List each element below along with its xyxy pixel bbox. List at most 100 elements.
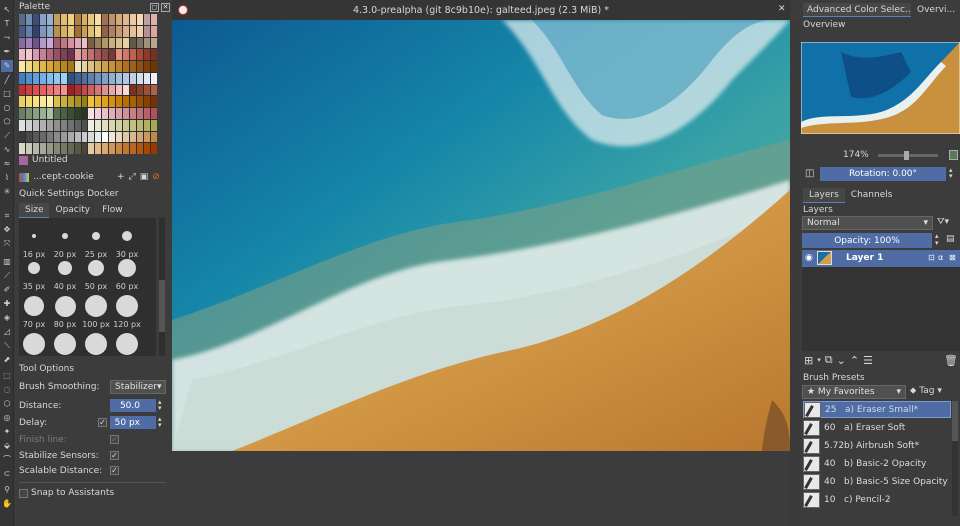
palette-swatch[interactable] xyxy=(95,143,102,154)
palette-swatch[interactable] xyxy=(74,49,81,60)
assistant-tool-icon[interactable]: ◿ xyxy=(1,326,13,338)
palette-swatch[interactable] xyxy=(46,25,53,37)
palette-swatch[interactable] xyxy=(88,108,95,119)
brush-size-option[interactable]: 35 px xyxy=(19,256,51,291)
palette-swatch[interactable] xyxy=(109,61,116,72)
palette-swatch[interactable] xyxy=(151,61,157,72)
palette-swatch[interactable] xyxy=(151,96,157,107)
delay-spinbox[interactable]: 50 px xyxy=(110,416,156,429)
palette-swatch[interactable] xyxy=(19,143,25,154)
palette-swatch[interactable] xyxy=(32,96,39,107)
palette-swatch[interactable] xyxy=(25,143,32,154)
palette-swatch[interactable] xyxy=(67,96,74,107)
palette-swatch[interactable] xyxy=(46,119,53,131)
palette-swatch[interactable] xyxy=(144,119,151,131)
move-tool-icon[interactable]: ✥ xyxy=(1,224,13,236)
palette-swatch[interactable] xyxy=(102,96,109,107)
palette-swatch[interactable] xyxy=(39,119,46,131)
palette-swatch[interactable] xyxy=(109,14,116,25)
palette-swatch[interactable] xyxy=(32,131,39,143)
brush-smoothing-select[interactable]: Stabilizer ▾ xyxy=(110,380,166,394)
palette-swatch[interactable] xyxy=(81,49,88,60)
palette-swatch[interactable] xyxy=(123,25,130,37)
add-layer-icon[interactable]: ⊞ xyxy=(804,354,813,367)
palette-swatch[interactable] xyxy=(67,108,74,119)
palette-swatch[interactable] xyxy=(137,37,144,49)
brush-preset-item[interactable]: 5.72 b) Airbrush Soft* xyxy=(803,437,951,454)
palette-swatch[interactable] xyxy=(95,37,102,49)
palette-swatch[interactable] xyxy=(123,37,130,49)
tab-advanced-color-selector[interactable]: Advanced Color Selec... xyxy=(803,3,911,17)
palette-swatch[interactable] xyxy=(25,119,32,131)
palette-swatch[interactable] xyxy=(81,131,88,143)
palette-swatch[interactable] xyxy=(130,14,137,25)
palette-swatch[interactable] xyxy=(60,143,67,154)
outline-select-tool-icon[interactable]: ◎ xyxy=(1,412,13,424)
palette-swatch[interactable] xyxy=(67,143,74,154)
brush-preset-item[interactable]: 25 a) Eraser Small* xyxy=(803,401,951,418)
palette-swatch[interactable] xyxy=(151,72,157,84)
palette-swatch[interactable] xyxy=(19,49,25,60)
palette-swatch[interactable] xyxy=(123,61,130,72)
palette-swatch[interactable] xyxy=(19,14,25,25)
polygon-select-tool-icon[interactable]: ⬡ xyxy=(1,398,13,410)
save-palette-icon[interactable]: ▣ xyxy=(140,172,149,182)
palette-swatch[interactable] xyxy=(32,72,39,84)
palette-swatch[interactable] xyxy=(39,37,46,49)
brush-size-option[interactable]: 160 px xyxy=(19,332,51,356)
tag-button[interactable]: ⬥ Tag ▾ xyxy=(910,386,942,396)
palette-swatch[interactable] xyxy=(130,84,137,96)
brush-size-option[interactable]: 30 px xyxy=(110,224,144,259)
palette-swatch[interactable] xyxy=(130,108,137,119)
palette-swatch[interactable] xyxy=(39,143,46,154)
palette-swatch[interactable] xyxy=(123,143,130,154)
palette-swatch[interactable] xyxy=(102,143,109,154)
close-docker-icon[interactable]: ✕ xyxy=(161,3,170,12)
palette-swatch[interactable] xyxy=(46,61,53,72)
palette-swatch[interactable] xyxy=(19,84,25,96)
brush-size-option[interactable]: 70 px xyxy=(19,294,51,329)
palette-swatch[interactable] xyxy=(88,131,95,143)
palette-swatch[interactable] xyxy=(144,143,151,154)
scalable-distance-checkbox[interactable]: ✓ xyxy=(110,466,119,475)
edit-palette-icon[interactable]: ⤢ xyxy=(129,172,136,182)
distance-spin-arrows-icon[interactable]: ▴ ▾ xyxy=(158,399,162,412)
palette-swatch[interactable] xyxy=(81,84,88,96)
palette-swatch[interactable] xyxy=(151,108,157,119)
palette-swatch[interactable] xyxy=(32,37,39,49)
palette-swatch[interactable] xyxy=(81,108,88,119)
palette-swatch[interactable] xyxy=(116,96,123,107)
tab-opacity[interactable]: Opacity xyxy=(49,203,96,218)
palette-swatch[interactable] xyxy=(109,131,116,143)
palette-swatch[interactable] xyxy=(53,25,60,37)
brush-preset-item[interactable]: 10 c) Pencil-2 xyxy=(803,491,951,508)
blend-mode-select[interactable]: Normal ▾ xyxy=(802,216,933,230)
brush-preset-item[interactable]: 40 b) Basic-2 Opacity xyxy=(803,455,951,472)
palette-swatch[interactable] xyxy=(39,72,46,84)
palette-swatch[interactable] xyxy=(74,108,81,119)
layer-opacity-slider[interactable]: Opacity: 100% xyxy=(802,233,932,248)
palette-swatch[interactable] xyxy=(81,72,88,84)
polyline-tool-icon[interactable]: ⟋ xyxy=(1,130,13,142)
palette-swatch[interactable] xyxy=(19,25,25,37)
brush-size-option[interactable]: 16 px xyxy=(19,224,51,259)
palette-swatch[interactable] xyxy=(46,84,53,96)
palette-swatch[interactable] xyxy=(46,143,53,154)
palette-swatch[interactable] xyxy=(25,25,32,37)
smart-patch-tool-icon[interactable]: ✚ xyxy=(1,298,13,310)
palette-swatch[interactable] xyxy=(53,49,60,60)
palette-swatch[interactable] xyxy=(46,14,53,25)
palette-swatch[interactable] xyxy=(25,108,32,119)
palette-swatch[interactable] xyxy=(53,108,60,119)
palette-swatch[interactable] xyxy=(74,143,81,154)
palette-swatch[interactable] xyxy=(95,119,102,131)
palette-swatch[interactable] xyxy=(151,14,157,25)
zoom-tool-icon[interactable]: ⚲ xyxy=(1,484,13,496)
palette-swatch[interactable] xyxy=(32,25,39,37)
palette-swatch[interactable] xyxy=(137,84,144,96)
palette-swatch[interactable] xyxy=(53,14,60,25)
tab-layers[interactable]: Layers xyxy=(803,188,845,203)
palette-swatch[interactable] xyxy=(25,37,32,49)
palette-swatch[interactable] xyxy=(25,96,32,107)
palette-swatch[interactable] xyxy=(130,49,137,60)
